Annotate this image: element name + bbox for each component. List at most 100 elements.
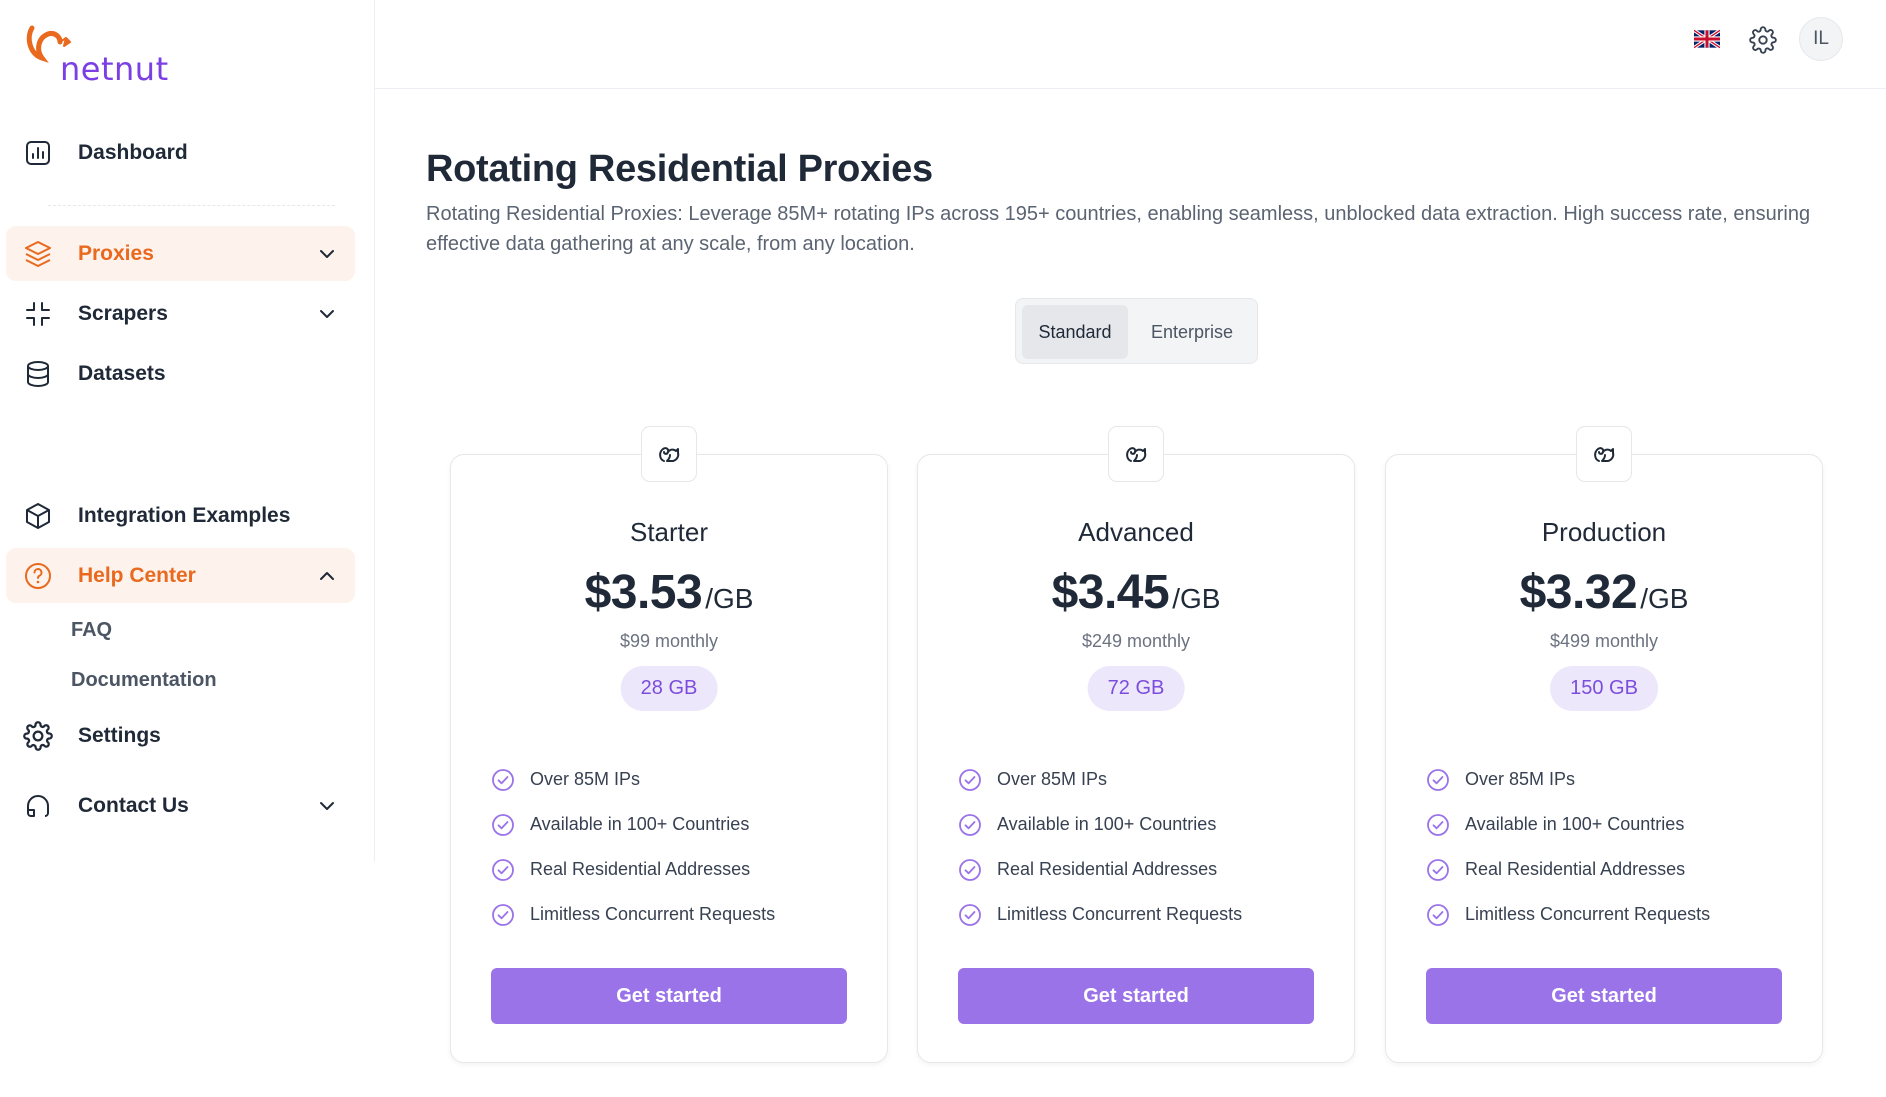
plan-monthly: $499 monthly [1549,631,1659,651]
plan-price-row: $3.45/GB [918,565,1354,620]
get-started-button[interactable]: Get started [958,968,1314,1024]
pricing-card: Advanced $3.45/GB $249 monthly 72 GB Over 85… [917,454,1355,1063]
feature-item: Available in 100+ Countries [958,802,1242,847]
check-circle-icon [1426,768,1450,792]
get-started-button[interactable]: Get started [491,968,847,1024]
feature-label: Limitless Concurrent Requests [530,904,776,924]
check-circle-icon [491,813,515,837]
sidebar-item-label: Proxies [78,241,154,265]
sidebar-item-label: Contact Us [78,793,189,817]
feature-label: Over 85M IPs [1465,769,1576,789]
plan-price-row: $3.32/GB [1386,565,1822,620]
feature-label: Real Residential Addresses [1465,859,1686,879]
feature-label: Limitless Concurrent Requests [1465,904,1711,924]
toggle-enterprise[interactable]: Enterprise [1134,305,1250,359]
chevron-down-icon [320,802,334,810]
get-started-button[interactable]: Get started [1426,968,1782,1024]
gear-icon[interactable] [1749,26,1777,54]
sidebar-item-integration-examples[interactable]: Integration Examples [6,488,355,543]
check-circle-icon [958,813,982,837]
feature-item: Real Residential Addresses [1426,847,1710,892]
plan-name: Production [1541,517,1667,547]
feature-label: Real Residential Addresses [997,859,1218,879]
sidebar-item-dashboard[interactable]: Dashboard [6,125,355,180]
squirrel-icon [1576,426,1632,482]
plan-name: Advanced [1078,517,1194,547]
top-bar [375,0,1886,89]
squirrel-icon [641,426,697,482]
chevron-up-icon [320,572,334,580]
sidebar-subitem-faq[interactable]: FAQ [71,619,112,642]
chart-icon [22,137,54,169]
feature-item: Available in 100+ Countries [491,802,775,847]
check-circle-icon [958,903,982,927]
feature-item: Available in 100+ Countries [1426,802,1710,847]
user-avatar[interactable]: IL [1799,17,1843,61]
database-icon [22,358,54,390]
squirrel-icon [1108,426,1164,482]
sidebar-item-label: Scrapers [78,301,168,325]
page-title: Rotating Residential Proxies [426,148,933,190]
sidebar-item-settings[interactable]: Settings [6,708,355,763]
feature-label: Over 85M IPs [530,769,641,789]
chevron-down-icon [320,250,334,258]
sidebar-item-scrapers[interactable]: Scrapers [6,286,355,341]
page-description: Rotating Residential Proxies: Leverage 8… [426,203,1811,255]
plan-monthly: $249 monthly [1081,631,1191,651]
feature-label: Available in 100+ Countries [530,814,750,834]
plan-price-unit: /GB [1172,583,1221,614]
feature-label: Available in 100+ Countries [997,814,1217,834]
feature-list: Over 85M IPs Available in 100+ Countries R… [958,757,1242,937]
pricing-card: Starter $3.53/GB $99 monthly 28 GB Over 85M … [450,454,888,1063]
feature-item: Limitless Concurrent Requests [491,892,775,937]
sidebar: netnut Dashboard Proxies Scrapers Datase… [0,0,375,862]
plan-price: $3.53 [584,566,703,619]
plan-gb-badge: 150 GB [1550,666,1658,711]
feature-item: Real Residential Addresses [491,847,775,892]
feature-item: Real Residential Addresses [958,847,1242,892]
sidebar-item-label: Help Center [78,563,196,587]
sidebar-item-label: Integration Examples [78,503,291,527]
feature-item: Over 85M IPs [1426,757,1710,802]
plan-name: Starter [629,517,709,547]
check-circle-icon [1426,858,1450,882]
plan-price-unit: /GB [705,583,754,614]
sidebar-item-help-center[interactable]: Help Center [6,548,355,603]
netnut-logo[interactable]: netnut [26,24,168,88]
sidebar-item-label: Settings [78,723,161,747]
check-circle-icon [1426,903,1450,927]
sidebar-item-proxies[interactable]: Proxies [6,226,355,281]
plan-price-row: $3.53/GB [451,565,887,620]
feature-item: Over 85M IPs [958,757,1242,802]
uk-flag-icon[interactable] [1694,29,1720,49]
chevron-down-icon [320,310,334,318]
feature-label: Real Residential Addresses [530,859,751,879]
feature-label: Over 85M IPs [997,769,1108,789]
plan-price: $3.32 [1519,566,1638,619]
cube-icon [22,500,54,532]
plan-price-unit: /GB [1640,583,1689,614]
layers-icon [22,238,54,270]
sidebar-item-datasets[interactable]: Datasets [6,346,355,401]
check-circle-icon [958,768,982,792]
feature-list: Over 85M IPs Available in 100+ Countries R… [491,757,775,937]
help-circle-icon [22,560,54,592]
feature-label: Available in 100+ Countries [1465,814,1685,834]
check-circle-icon [958,858,982,882]
feature-item: Limitless Concurrent Requests [958,892,1242,937]
check-circle-icon [1426,813,1450,837]
sidebar-item-label: Datasets [78,361,166,385]
feature-list: Over 85M IPs Available in 100+ Countries R… [1426,757,1710,937]
plan-gb-badge: 28 GB [620,666,718,711]
plan-price: $3.45 [1051,566,1170,619]
plan-gb-badge: 72 GB [1087,666,1185,711]
sidebar-subitem-documentation[interactable]: Documentation [71,669,217,692]
headset-icon [22,790,54,822]
feature-item: Over 85M IPs [491,757,775,802]
gear-icon [22,720,54,752]
check-circle-icon [491,903,515,927]
shrink-icon [22,298,54,330]
toggle-standard[interactable]: Standard [1022,305,1128,359]
nav-divider [48,205,335,206]
sidebar-item-contact-us[interactable]: Contact Us [6,778,355,833]
